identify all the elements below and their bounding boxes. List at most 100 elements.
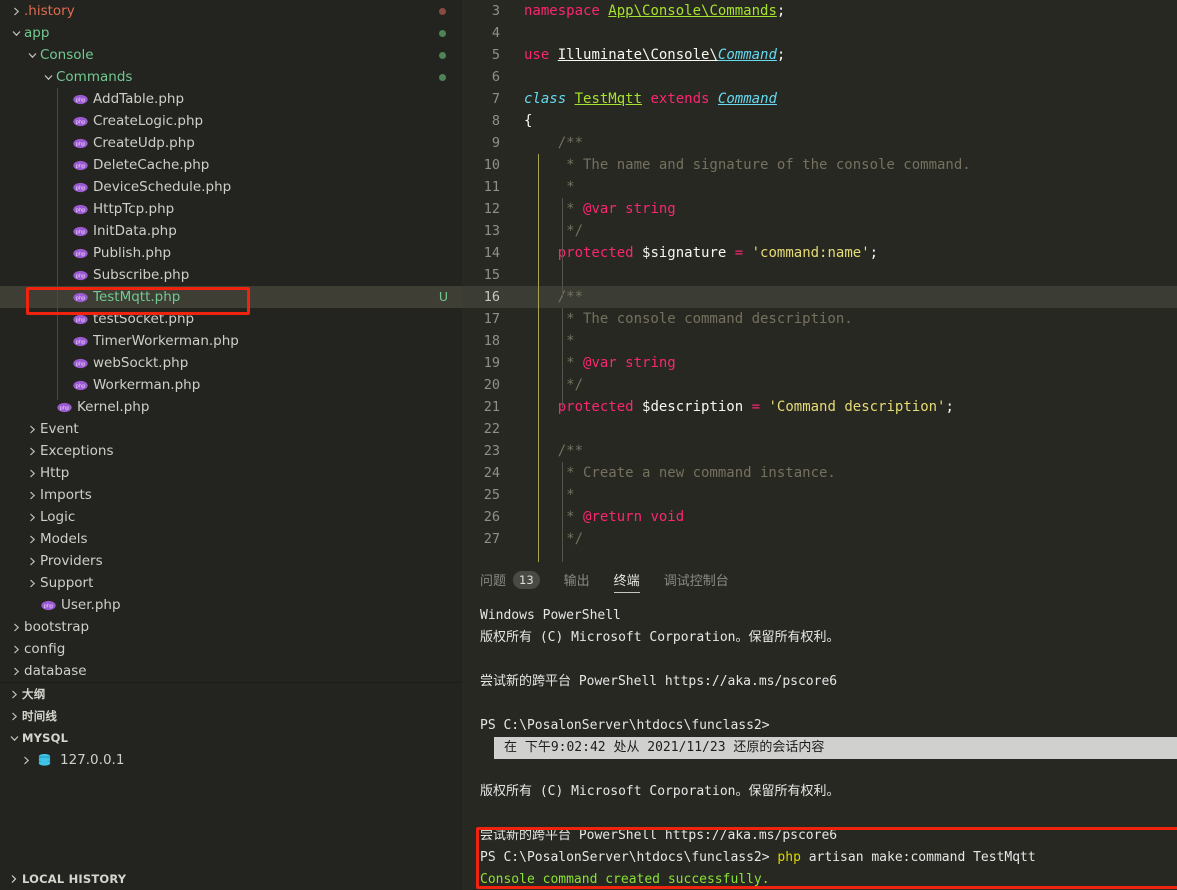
terminal-view[interactable]: Windows PowerShell 版权所有 (C) Microsoft Cor…	[462, 597, 1177, 890]
code-line-10[interactable]: 10 * The name and signature of the conso…	[462, 154, 1177, 176]
tree-item-user-php[interactable]: php User.php	[0, 594, 462, 616]
tree-item-support[interactable]: Support	[0, 572, 462, 594]
tree-item-deletecache-php[interactable]: php DeleteCache.php	[0, 154, 462, 176]
line-number: 10	[483, 157, 500, 173]
tree-item-label: Event	[40, 421, 79, 437]
code-line-3[interactable]: 3 namespace App\Console\Commands;	[462, 0, 1177, 22]
tree-item-models[interactable]: Models	[0, 528, 462, 550]
php-file-icon: php	[72, 116, 89, 127]
tree-item-label: Imports	[40, 487, 92, 503]
code-line-12[interactable]: 12 * @var string	[462, 198, 1177, 220]
code-token: ;	[869, 245, 879, 261]
explorer-sidebar[interactable]: .history app Console Commands php AddTable.ph…	[0, 0, 462, 890]
code-line-7[interactable]: 7 class TestMqtt extends Command	[462, 88, 1177, 110]
tree-item-addtable-php[interactable]: php AddTable.php	[0, 88, 462, 110]
tree-item-exceptions[interactable]: Exceptions	[0, 440, 462, 462]
sidebar-section-2[interactable]: 时间线	[0, 705, 462, 727]
code-text: /**	[514, 135, 583, 151]
tree-item-httptcp-php[interactable]: php HttpTcp.php	[0, 198, 462, 220]
tree-item-websockt-php[interactable]: php webSockt.php	[0, 352, 462, 374]
tree-item-database[interactable]: database	[0, 660, 462, 682]
file-tree[interactable]: .history app Console Commands php AddTable.ph…	[0, 0, 462, 682]
code-line-21[interactable]: 21 protected $description = 'Command des…	[462, 396, 1177, 418]
code-text: use Illuminate\Console\Command;	[514, 47, 785, 63]
tree-item-kernel-php[interactable]: php Kernel.php	[0, 396, 462, 418]
sidebar-section-1[interactable]: 大纲	[0, 683, 462, 705]
code-line-9[interactable]: 9 /**	[462, 132, 1177, 154]
tree-item-deviceschedule-php[interactable]: php DeviceSchedule.php	[0, 176, 462, 198]
sidebar-item-local-history[interactable]: LOCAL HISTORY	[0, 868, 462, 890]
indent-guide-docblock-1	[562, 198, 563, 298]
bottom-panel[interactable]: 问题 13 输出 终端 调试控制台 Windows PowerShell 版权所有 (C)…	[462, 562, 1177, 890]
tab-label: 问题	[480, 574, 507, 589]
code-line-20[interactable]: 20 */	[462, 374, 1177, 396]
git-status-dot	[439, 74, 446, 81]
tree-item--history[interactable]: .history	[0, 0, 462, 22]
tree-item-bootstrap[interactable]: bootstrap	[0, 616, 462, 638]
tree-item-event[interactable]: Event	[0, 418, 462, 440]
code-line-25[interactable]: 25 *	[462, 484, 1177, 506]
svg-text:php: php	[76, 141, 86, 147]
php-file-icon: php	[72, 248, 89, 259]
tab-2[interactable]: 输出	[564, 562, 590, 597]
tree-item-createudp-php[interactable]: php CreateUdp.php	[0, 132, 462, 154]
sidebar-section-3[interactable]: MYSQL	[0, 727, 462, 749]
terminal-line: 版权所有 (C) Microsoft Corporation。保留所有权利。	[480, 784, 840, 799]
code-line-15[interactable]: 15	[462, 264, 1177, 286]
code-line-11[interactable]: 11 *	[462, 176, 1177, 198]
tree-item-logic[interactable]: Logic	[0, 506, 462, 528]
line-number: 24	[483, 465, 500, 481]
code-line-26[interactable]: 26 * @return void	[462, 506, 1177, 528]
code-line-17[interactable]: 17 * The console command description.	[462, 308, 1177, 330]
code-line-27[interactable]: 27 */	[462, 528, 1177, 550]
panel-tab-bar[interactable]: 问题 13 输出 终端 调试控制台	[462, 562, 1177, 597]
code-text: namespace App\Console\Commands;	[514, 3, 785, 19]
tree-item-testmqtt-php[interactable]: php TestMqtt.php U	[0, 286, 462, 308]
tab-4[interactable]: 调试控制台	[664, 562, 729, 597]
code-line-18[interactable]: 18 *	[462, 330, 1177, 352]
local-history-label: LOCAL HISTORY	[22, 872, 127, 886]
code-text: {	[514, 113, 532, 129]
code-line-8[interactable]: 8{	[462, 110, 1177, 132]
code-token: /**	[524, 443, 584, 459]
tree-item-workerman-php[interactable]: php Workerman.php	[0, 374, 462, 396]
tree-item-config[interactable]: config	[0, 638, 462, 660]
code-line-24[interactable]: 24 * Create a new command instance.	[462, 462, 1177, 484]
code-line-14[interactable]: 14 protected $signature = 'command:name'…	[462, 242, 1177, 264]
tree-item-console[interactable]: Console	[0, 44, 462, 66]
code-text: *	[514, 179, 574, 195]
tree-item-publish-php[interactable]: php Publish.php	[0, 242, 462, 264]
tree-item-testsocket-php[interactable]: php testSocket.php	[0, 308, 462, 330]
code-line-19[interactable]: 19 * @var string	[462, 352, 1177, 374]
tree-item-label: Console	[40, 47, 94, 63]
code-line-23[interactable]: 23 /**	[462, 440, 1177, 462]
code-line-22[interactable]: 22	[462, 418, 1177, 440]
tree-item-app[interactable]: app	[0, 22, 462, 44]
code-token: @return void	[583, 509, 685, 525]
code-line-6[interactable]: 6	[462, 66, 1177, 88]
mysql-connection-item[interactable]: 127.0.0.1	[0, 749, 462, 771]
code-line-16[interactable]: 16 /**	[462, 286, 1177, 308]
code-line-5[interactable]: 5 use Illuminate\Console\Command;	[462, 44, 1177, 66]
code-editor[interactable]: 3 namespace App\Console\Commands; 4 5 use Il…	[462, 0, 1177, 562]
tree-item-providers[interactable]: Providers	[0, 550, 462, 572]
code-token: App\Console\Commands	[608, 3, 777, 19]
tree-item-commands[interactable]: Commands	[0, 66, 462, 88]
tree-item-label: Providers	[40, 553, 103, 569]
terminal-output-restored: 版权所有 (C) Microsoft Corporation。保留所有权利。 尝试…	[480, 759, 1177, 847]
tree-item-timerworkerman-php[interactable]: php TimerWorkerman.php	[0, 330, 462, 352]
code-lines[interactable]: 3 namespace App\Console\Commands; 4 5 use Il…	[462, 0, 1177, 550]
tree-item-imports[interactable]: Imports	[0, 484, 462, 506]
tree-item-initdata-php[interactable]: php InitData.php	[0, 220, 462, 242]
tree-item-createlogic-php[interactable]: php CreateLogic.php	[0, 110, 462, 132]
code-line-13[interactable]: 13 */	[462, 220, 1177, 242]
tree-item-http[interactable]: Http	[0, 462, 462, 484]
tab-1[interactable]: 问题 13	[480, 562, 540, 597]
mysql-section-body[interactable]: 127.0.0.1	[0, 749, 462, 853]
sidebar-sections[interactable]: 大纲 时间线 MYSQL 127.0.0.1	[0, 683, 462, 853]
tab-3[interactable]: 终端	[613, 562, 640, 597]
code-line-4[interactable]: 4	[462, 22, 1177, 44]
chevron-right-icon	[8, 616, 24, 638]
tree-item-subscribe-php[interactable]: php Subscribe.php	[0, 264, 462, 286]
